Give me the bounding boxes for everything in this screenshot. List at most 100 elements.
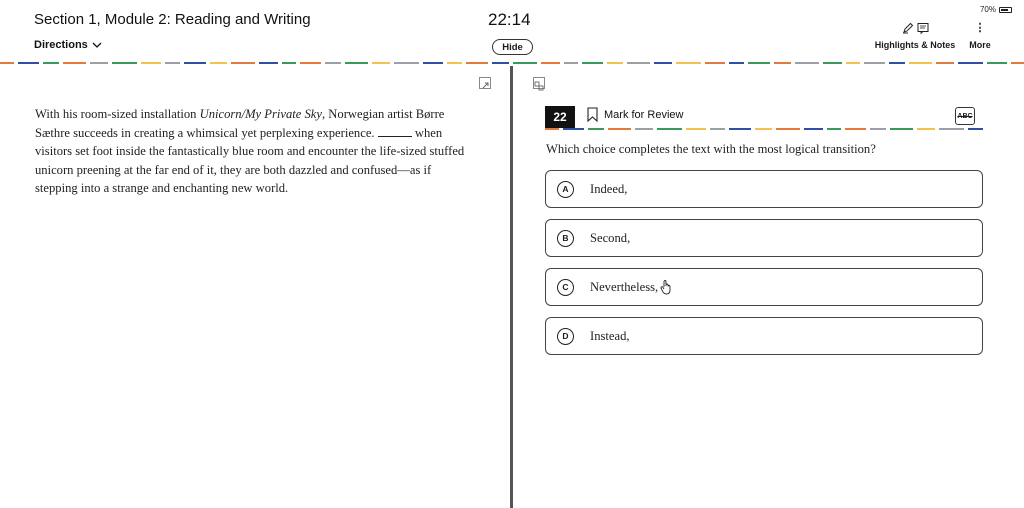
question-prompt: Which choice completes the text with the… (546, 142, 876, 156)
dash-segment (755, 128, 772, 130)
dash-segment (608, 128, 631, 130)
timer: 22:14 (488, 10, 531, 29)
hide-timer-button[interactable]: Hide (492, 39, 533, 55)
dash-segment (889, 62, 905, 64)
answer-option-d[interactable]: D Instead, (545, 317, 983, 355)
highlights-notes-button[interactable]: Highlights & Notes (872, 22, 958, 50)
dash-segment (705, 62, 725, 64)
option-letter-badge: D (557, 327, 574, 345)
expand-icon[interactable] (479, 77, 491, 89)
dash-segment (43, 62, 59, 64)
option-letter-badge: A (557, 180, 574, 198)
pane-divider[interactable] (510, 66, 513, 508)
directions-toggle[interactable]: Directions (34, 39, 102, 51)
dash-segment (917, 128, 935, 130)
dash-segment (345, 62, 368, 64)
dash-segment (582, 62, 603, 64)
answer-option-c[interactable]: C Nevertheless, (545, 268, 983, 306)
dash-segment (300, 62, 321, 64)
bookmark-icon (587, 107, 598, 122)
dash-segment (447, 62, 462, 64)
dash-segment (564, 62, 578, 64)
dash-segment (231, 62, 255, 64)
dash-segment (774, 62, 791, 64)
header-dashed-divider (0, 62, 1024, 64)
dash-segment (259, 62, 278, 64)
dash-segment (748, 62, 770, 64)
dash-segment (846, 62, 860, 64)
more-label: More (969, 40, 991, 50)
dash-segment (588, 128, 604, 130)
dash-segment (627, 62, 650, 64)
dash-segment (823, 62, 842, 64)
dash-segment (141, 62, 161, 64)
battery-status: 70% (980, 5, 1012, 14)
option-text: Indeed, (590, 181, 628, 196)
passage-blank (377, 127, 412, 137)
dash-segment (394, 62, 419, 64)
option-letter-badge: B (557, 229, 574, 247)
dash-segment (676, 62, 701, 64)
dash-segment (325, 62, 341, 64)
passage-pane: With his room-sized installation Unicorn… (0, 66, 510, 508)
collapse-icon[interactable] (533, 77, 545, 91)
dash-segment (372, 62, 390, 64)
dash-segment (686, 128, 706, 130)
mark-for-review-button[interactable]: Mark for Review (587, 107, 683, 122)
dash-segment (90, 62, 108, 64)
dash-segment (909, 62, 932, 64)
top-bar: Section 1, Module 2: Reading and Writing… (0, 0, 1024, 62)
dash-segment (804, 128, 823, 130)
section-title: Section 1, Module 2: Reading and Writing (34, 11, 311, 28)
note-icon (917, 23, 928, 34)
dash-segment (282, 62, 296, 64)
dash-segment (958, 62, 983, 64)
dash-segment (890, 128, 913, 130)
dash-segment (968, 128, 983, 130)
dash-segment (936, 62, 954, 64)
dash-segment (870, 128, 886, 130)
dash-segment (63, 62, 86, 64)
dash-segment (18, 62, 39, 64)
dash-segment (541, 62, 560, 64)
dash-segment (466, 62, 488, 64)
dash-segment (210, 62, 227, 64)
dash-segment (635, 128, 653, 130)
answer-eliminator-button[interactable]: ABC (955, 107, 975, 125)
question-number: 22 (545, 106, 575, 128)
dash-segment (607, 62, 623, 64)
battery-icon (999, 6, 1012, 13)
chevron-down-icon (92, 42, 102, 48)
artwork-title: Unicorn/My Private Sky (199, 107, 322, 121)
directions-label: Directions (34, 39, 88, 51)
dash-segment (423, 62, 443, 64)
dash-segment (795, 62, 819, 64)
dash-segment (563, 128, 584, 130)
dash-segment (654, 62, 672, 64)
dash-segment (710, 128, 725, 130)
dash-segment (545, 128, 559, 130)
passage-text: With his room-sized installation Unicorn… (35, 105, 475, 198)
dash-segment (845, 128, 866, 130)
dash-segment (165, 62, 180, 64)
question-dashed-divider (545, 128, 983, 130)
dash-segment (513, 62, 537, 64)
dash-segment (657, 128, 682, 130)
option-text: Instead, (590, 328, 630, 343)
dash-segment (1011, 62, 1024, 64)
abc-strikethrough-icon: ABC (957, 112, 973, 120)
dash-segment (729, 62, 744, 64)
dash-segment (492, 62, 509, 64)
more-vertical-icon: ⋮ (974, 22, 986, 34)
more-button[interactable]: ⋮ More (962, 22, 998, 50)
answer-option-b[interactable]: B Second, (545, 219, 983, 257)
option-text: Nevertheless, (590, 279, 659, 294)
dash-segment (827, 128, 841, 130)
dash-segment (184, 62, 206, 64)
battery-percent: 70% (979, 5, 996, 14)
dash-segment (112, 62, 137, 64)
option-letter-badge: C (557, 278, 574, 296)
mark-for-review-label: Mark for Review (604, 108, 684, 121)
pen-icon (902, 22, 913, 34)
answer-option-a[interactable]: A Indeed, (545, 170, 983, 208)
